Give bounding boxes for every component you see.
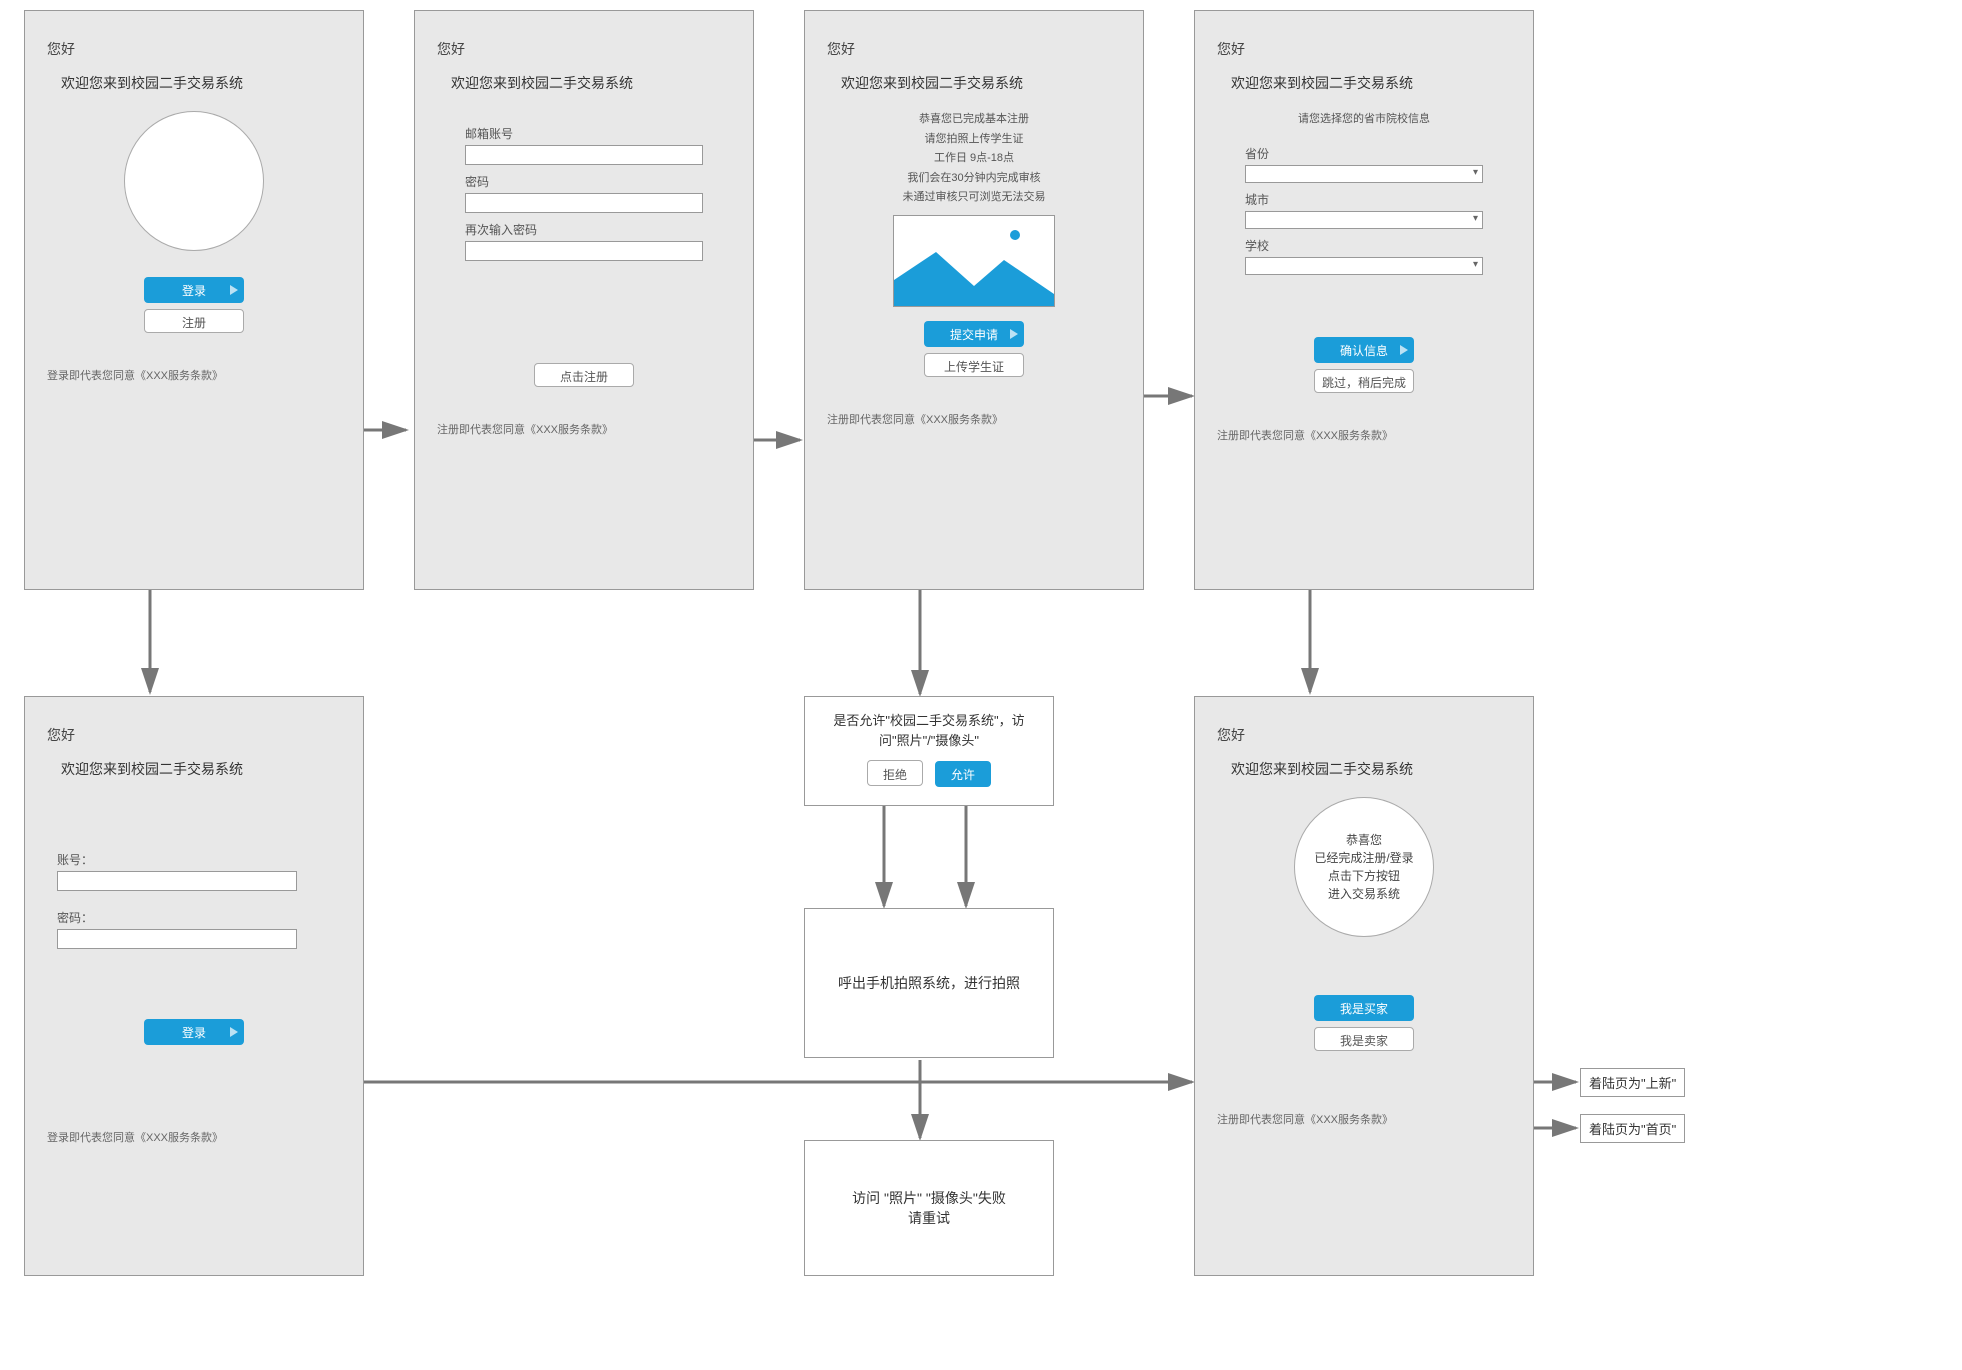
welcome-title: 欢迎您来到校园二手交易系统	[437, 73, 731, 93]
password2-field[interactable]	[465, 241, 703, 261]
info-line-4: 我们会在30分钟内完成审核	[827, 170, 1121, 188]
welcome-title: 欢迎您来到校园二手交易系统	[1217, 73, 1511, 93]
info-line-3: 工作日 9点-18点	[827, 150, 1121, 168]
greeting: 您好	[827, 39, 1121, 59]
screen-register-form: 您好 欢迎您来到校园二手交易系统 邮箱账号 密码 再次输入密码 点击注册 注册即…	[414, 10, 754, 590]
circle-l2: 已经完成注册/登录	[1314, 849, 1413, 867]
label-city: 城市	[1245, 191, 1483, 208]
subtitle: 请您选择您的省市院校信息	[1217, 111, 1511, 129]
login-button[interactable]: 登录	[144, 1019, 244, 1045]
upload-id-button[interactable]: 上传学生证	[924, 353, 1024, 377]
password-field[interactable]	[465, 193, 703, 213]
camera-text: 呼出手机拍照系统，进行拍照	[838, 973, 1020, 993]
info-line-5: 未通过审核只可浏览无法交易	[827, 189, 1121, 207]
screen-login-landing: 您好 欢迎您来到校园二手交易系统 登录 注册 登录即代表您同意《XXX服务条款》	[24, 10, 364, 590]
permission-text: 是否允许"校园二手交易系统"，访问"照片"/"摄像头"	[819, 711, 1039, 750]
confirm-info-button[interactable]: 确认信息	[1314, 337, 1414, 363]
terms-text: 注册即代表您同意《XXX服务条款》	[437, 421, 731, 437]
image-placeholder	[893, 215, 1055, 307]
label-account: 账号：	[57, 851, 331, 868]
label-school: 学校	[1245, 237, 1483, 254]
circle-l3: 点击下方按钮	[1314, 867, 1413, 885]
fail-step: 访问 "照片" "摄像头"失败 请重试	[804, 1140, 1054, 1276]
allow-button[interactable]: 允许	[935, 761, 991, 787]
email-field[interactable]	[465, 145, 703, 165]
greeting: 您好	[1217, 725, 1511, 745]
submit-register-button[interactable]: 点击注册	[534, 363, 634, 387]
fail-line-1: 访问 "照片" "摄像头"失败	[852, 1188, 1006, 1208]
circle-l4: 进入交易系统	[1314, 885, 1413, 903]
password-field[interactable]	[57, 929, 297, 949]
terms-text: 登录即代表您同意《XXX服务条款》	[47, 1129, 341, 1145]
greeting: 您好	[47, 39, 341, 59]
label-password: 密码	[465, 173, 703, 190]
welcome-title: 欢迎您来到校园二手交易系统	[1217, 759, 1511, 779]
city-select[interactable]	[1245, 211, 1483, 229]
welcome-title: 欢迎您来到校园二手交易系统	[827, 73, 1121, 93]
avatar-placeholder	[124, 111, 264, 251]
province-select[interactable]	[1245, 165, 1483, 183]
success-circle: 恭喜您 已经完成注册/登录 点击下方按钮 进入交易系统	[1294, 797, 1434, 937]
info-line-1: 恭喜您已完成基本注册	[827, 111, 1121, 129]
register-button[interactable]: 注册	[144, 309, 244, 333]
screen-done: 您好 欢迎您来到校园二手交易系统 恭喜您 已经完成注册/登录 点击下方按钮 进入…	[1194, 696, 1534, 1276]
greeting: 您好	[1217, 39, 1511, 59]
terms-text: 注册即代表您同意《XXX服务条款》	[1217, 427, 1511, 443]
note-landing-home: 着陆页为"首页"	[1580, 1114, 1685, 1143]
deny-button[interactable]: 拒绝	[867, 760, 923, 786]
permission-dialog: 是否允许"校园二手交易系统"，访问"照片"/"摄像头" 拒绝 允许	[804, 696, 1054, 806]
fail-line-2: 请重试	[908, 1208, 950, 1228]
account-field[interactable]	[57, 871, 297, 891]
terms-text: 登录即代表您同意《XXX服务条款》	[47, 367, 341, 383]
label-email: 邮箱账号	[465, 125, 703, 142]
screen-login-form: 您好 欢迎您来到校园二手交易系统 账号： 密码： 登录 登录即代表您同意《XXX…	[24, 696, 364, 1276]
terms-text: 注册即代表您同意《XXX服务条款》	[1217, 1111, 1511, 1127]
skip-button[interactable]: 跳过，稍后完成	[1314, 369, 1414, 393]
screen-select-school: 您好 欢迎您来到校园二手交易系统 请您选择您的省市院校信息 省份 城市 学校 确…	[1194, 10, 1534, 590]
submit-application-button[interactable]: 提交申请	[924, 321, 1024, 347]
welcome-title: 欢迎您来到校园二手交易系统	[47, 73, 341, 93]
terms-text: 注册即代表您同意《XXX服务条款》	[827, 411, 1121, 427]
label-province: 省份	[1245, 145, 1483, 162]
welcome-title: 欢迎您来到校园二手交易系统	[47, 759, 341, 779]
seller-button[interactable]: 我是卖家	[1314, 1027, 1414, 1051]
buyer-button[interactable]: 我是买家	[1314, 995, 1414, 1021]
info-line-2: 请您拍照上传学生证	[827, 131, 1121, 149]
camera-step: 呼出手机拍照系统，进行拍照	[804, 908, 1054, 1058]
label-password2: 再次输入密码	[465, 221, 703, 238]
school-select[interactable]	[1245, 257, 1483, 275]
circle-l1: 恭喜您	[1314, 831, 1413, 849]
screen-upload-id: 您好 欢迎您来到校园二手交易系统 恭喜您已完成基本注册 请您拍照上传学生证 工作…	[804, 10, 1144, 590]
login-button[interactable]: 登录	[144, 277, 244, 303]
greeting: 您好	[437, 39, 731, 59]
greeting: 您好	[47, 725, 341, 745]
label-password: 密码：	[57, 909, 331, 926]
note-landing-new: 着陆页为"上新"	[1580, 1068, 1685, 1097]
